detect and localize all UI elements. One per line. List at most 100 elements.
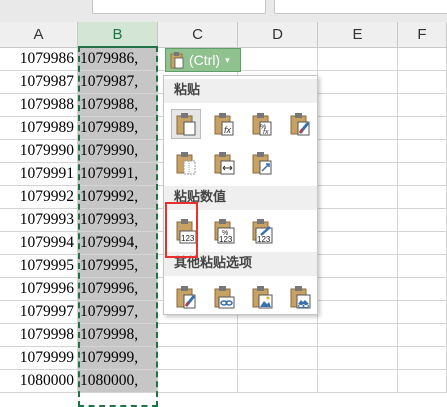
cell-f[interactable] — [398, 301, 447, 324]
cell-f[interactable] — [398, 324, 447, 347]
cell-a[interactable]: 1079992 — [0, 186, 78, 209]
cell-b[interactable]: 1079990, — [78, 140, 158, 163]
cell-b[interactable]: 1079987, — [78, 71, 158, 94]
cell-a[interactable]: 1079997 — [0, 301, 78, 324]
cell-a[interactable]: 1079991 — [0, 163, 78, 186]
paste-formulas-number-format-icon[interactable]: % fx — [247, 109, 277, 139]
cell-b[interactable]: 1079995, — [78, 255, 158, 278]
paste-formatting-icon[interactable] — [171, 282, 201, 312]
cell-c[interactable] — [158, 347, 238, 370]
cell-b[interactable]: 1079999, — [78, 347, 158, 370]
cell-e[interactable] — [318, 209, 398, 232]
cell-e[interactable] — [318, 324, 398, 347]
paste-options-button[interactable]: (Ctrl) ▾ — [165, 48, 241, 72]
clipboard-icon — [170, 52, 184, 69]
paste-picture-icon[interactable] — [247, 282, 277, 312]
cell-b[interactable]: 1079997, — [78, 301, 158, 324]
paste-link-icon[interactable] — [209, 282, 239, 312]
no-borders-icon[interactable] — [171, 148, 201, 178]
cell-e[interactable] — [318, 94, 398, 117]
cell-f[interactable] — [398, 255, 447, 278]
cell-e[interactable] — [318, 370, 398, 393]
formula-input[interactable] — [274, 0, 447, 14]
cell-e[interactable] — [318, 48, 398, 71]
cell-b[interactable]: 1079988, — [78, 94, 158, 117]
cell-b[interactable]: 1079994, — [78, 232, 158, 255]
cell-f[interactable] — [398, 370, 447, 393]
column-header-f[interactable]: F — [398, 22, 447, 48]
cell-f[interactable] — [398, 117, 447, 140]
cell-f[interactable] — [398, 209, 447, 232]
cell-a[interactable]: 1079987 — [0, 71, 78, 94]
cell-e[interactable] — [318, 347, 398, 370]
cell-a[interactable]: 1079994 — [0, 232, 78, 255]
values-source-formatting-icon[interactable]: 123 — [247, 216, 277, 246]
cell-f[interactable] — [398, 347, 447, 370]
cell-a[interactable]: 1079988 — [0, 94, 78, 117]
cell-e[interactable] — [318, 71, 398, 94]
cell-a[interactable]: 1079993 — [0, 209, 78, 232]
cell-e[interactable] — [318, 117, 398, 140]
cell-a[interactable]: 1080000 — [0, 370, 78, 393]
svg-text:123: 123 — [257, 235, 271, 244]
cell-a[interactable]: 1079995 — [0, 255, 78, 278]
cell-d[interactable] — [238, 347, 318, 370]
section-header-other-paste-options: 其他粘贴选项 — [164, 252, 317, 276]
cell-d[interactable] — [238, 370, 318, 393]
cell-b[interactable]: 1079996, — [78, 278, 158, 301]
paste-icon[interactable] — [171, 109, 201, 139]
cell-b[interactable]: 1079986, — [78, 48, 158, 71]
cell-f[interactable] — [398, 278, 447, 301]
name-box[interactable] — [92, 0, 266, 14]
cell-c[interactable] — [158, 324, 238, 347]
column-header-a[interactable]: A — [0, 22, 78, 48]
cell-f[interactable] — [398, 48, 447, 71]
cell-e[interactable] — [318, 140, 398, 163]
cell-a[interactable]: 1079990 — [0, 140, 78, 163]
values-number-format-icon[interactable]: % 123 — [209, 216, 239, 246]
cell-d[interactable] — [238, 48, 318, 71]
cell-f[interactable] — [398, 186, 447, 209]
cell-f[interactable] — [398, 140, 447, 163]
svg-text:123: 123 — [219, 235, 233, 244]
cell-b[interactable]: 1079992, — [78, 186, 158, 209]
chevron-down-icon: ▾ — [225, 54, 230, 65]
cell-e[interactable] — [318, 232, 398, 255]
paste-formulas-icon[interactable]: fx — [209, 109, 239, 139]
cell-f[interactable] — [398, 163, 447, 186]
cell-a[interactable]: 1079998 — [0, 324, 78, 347]
column-header-c[interactable]: C — [158, 22, 238, 48]
cell-e[interactable] — [318, 301, 398, 324]
cell-e[interactable] — [318, 186, 398, 209]
cell-f[interactable] — [398, 71, 447, 94]
keep-column-widths-icon[interactable] — [209, 148, 239, 178]
cell-e[interactable] — [318, 163, 398, 186]
column-header-e[interactable]: E — [318, 22, 398, 48]
cell-e[interactable] — [318, 255, 398, 278]
cell-b[interactable]: 1080000, — [78, 370, 158, 393]
cell-a[interactable]: 1079986 — [0, 48, 78, 71]
cell-e[interactable] — [318, 278, 398, 301]
cell-c[interactable] — [158, 370, 238, 393]
svg-text:123: 123 — [181, 234, 195, 243]
transpose-icon[interactable] — [247, 148, 277, 178]
cell-b[interactable]: 1079989, — [78, 117, 158, 140]
cell-a[interactable]: 1079989 — [0, 117, 78, 140]
paste-options-menu: 粘贴 fx % fx 粘贴数值 123 % 123 123 其他粘贴选项 — [163, 75, 318, 315]
section-header-paste-values: 粘贴数值 — [164, 186, 317, 210]
cell-b[interactable]: 1079998, — [78, 324, 158, 347]
cell-b[interactable]: 1079993, — [78, 209, 158, 232]
paste-values-icon[interactable]: 123 — [171, 216, 201, 246]
cell-a[interactable]: 1079999 — [0, 347, 78, 370]
svg-text:fx: fx — [224, 125, 232, 135]
cell-b[interactable]: 1079991, — [78, 163, 158, 186]
column-header-b[interactable]: B — [78, 22, 158, 48]
linked-picture-icon[interactable] — [285, 282, 315, 312]
cell-d[interactable] — [238, 324, 318, 347]
keep-source-formatting-icon[interactable] — [285, 109, 315, 139]
cell-f[interactable] — [398, 232, 447, 255]
paste-options-label: (Ctrl) — [189, 52, 221, 68]
cell-a[interactable]: 1079996 — [0, 278, 78, 301]
column-header-d[interactable]: D — [238, 22, 318, 48]
cell-f[interactable] — [398, 94, 447, 117]
